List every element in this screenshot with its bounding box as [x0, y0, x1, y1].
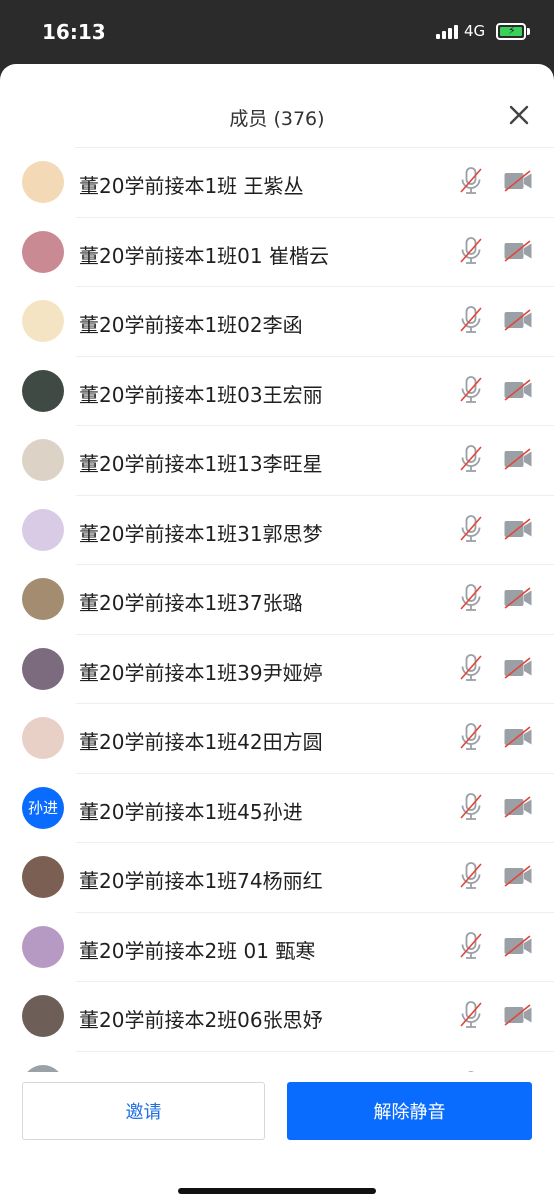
member-row[interactable]: 孙进 董20学前接本1班45孙进 [0, 774, 554, 843]
member-name: 董20学前接本1班31郭思梦 [79, 521, 323, 546]
mic-muted-icon [458, 444, 484, 474]
mic-muted-icon [458, 166, 484, 196]
member-name: 董20学前接本1班39尹娅婷 [79, 660, 323, 685]
signal-icon [436, 25, 458, 39]
invite-button[interactable]: 邀请 [22, 1082, 265, 1140]
member-row[interactable]: 董20学前接本1班03王宏丽 [0, 357, 554, 426]
unmute-all-button[interactable]: 解除静音 [287, 1082, 532, 1140]
member-row[interactable]: 董20学前接本2班06张思妤 [0, 982, 554, 1052]
member-row[interactable]: 董20学前接本1班31郭思梦 [0, 496, 554, 565]
avatar [22, 578, 64, 620]
mic-muted-icon [458, 1000, 484, 1030]
member-row[interactable]: 董20学前接本1班37张璐 [0, 565, 554, 635]
avatar [22, 439, 64, 481]
page-title: 成员 (376) [229, 108, 325, 130]
avatar [22, 369, 64, 412]
mic-muted-icon [458, 514, 484, 544]
status-bar: 16:13 4G ⚡ [0, 0, 554, 64]
close-icon [509, 105, 529, 125]
camera-off-icon [503, 865, 533, 887]
member-row[interactable]: 董20学前接本1班39尹娅婷 [0, 635, 554, 704]
member-row[interactable] [0, 1052, 554, 1072]
member-row[interactable]: 董20学前接本1班01 崔楷云 [0, 218, 554, 287]
member-name: 董20学前接本1班13李旺星 [79, 452, 323, 476]
sheet-header: 成员 (376) [75, 64, 554, 148]
member-row[interactable]: 董20学前接本1班 王紫丛 [0, 148, 554, 218]
footer: 邀请 解除静音 [0, 1072, 554, 1198]
home-indicator [178, 1188, 376, 1194]
battery-cap [527, 28, 530, 35]
battery-icon: ⚡ [496, 23, 526, 40]
avatar [22, 161, 64, 203]
status-time: 16:13 [42, 20, 106, 44]
camera-off-icon [503, 170, 533, 192]
avatar [22, 300, 64, 342]
mic-muted-icon [458, 931, 484, 961]
avatar: 孙进 [22, 786, 64, 829]
member-name: 董20学前接本1班74杨丽红 [79, 869, 323, 893]
member-name: 董20学前接本1班37张璐 [79, 591, 303, 615]
mic-muted-icon [458, 375, 484, 405]
mic-muted-icon [458, 305, 484, 335]
avatar [22, 925, 64, 968]
member-list[interactable]: 董20学前接本1班 王紫丛董20学前接本1班01 崔楷云 董20学前接本1班02李… [0, 148, 554, 1072]
member-name: 董20学前接本1班01 崔楷云 [79, 243, 329, 268]
member-row[interactable]: 董20学前接本1班13李旺星 [0, 426, 554, 496]
member-name: 董20学前接本1班03王宏丽 [79, 382, 323, 407]
mic-muted-icon [458, 722, 484, 752]
mic-muted-icon [458, 236, 484, 266]
member-row[interactable]: 董20学前接本1班74杨丽红 [0, 843, 554, 913]
network-type: 4G [464, 22, 486, 40]
avatar [22, 508, 64, 551]
camera-off-icon [503, 587, 533, 609]
members-sheet: 成员 (376) 董20学前接本1班 王紫丛董20学前接本1班01 崔楷云 董20… [0, 64, 554, 1198]
member-row[interactable]: 董20学前接本1班42田方圆 [0, 704, 554, 774]
avatar [22, 1064, 64, 1072]
member-name: 董20学前接本1班02李函 [79, 313, 303, 337]
member-name: 董20学前接本1班42田方圆 [79, 730, 323, 754]
mic-muted-icon [458, 792, 484, 822]
member-row[interactable]: 董20学前接本2班 01 甄寒 [0, 913, 554, 982]
camera-off-icon [503, 309, 533, 331]
camera-off-icon [503, 517, 533, 540]
member-name: 董20学前接本2班06张思妤 [79, 1008, 323, 1032]
mic-muted-icon [458, 653, 484, 683]
camera-off-icon [503, 726, 533, 748]
camera-off-icon [503, 448, 533, 470]
member-name: 董20学前接本1班 王紫丛 [79, 174, 304, 198]
member-name: 董20学前接本1班45孙进 [79, 799, 303, 824]
avatar [22, 856, 64, 898]
camera-off-icon [503, 239, 533, 262]
mic-muted-icon [458, 861, 484, 891]
camera-off-icon [503, 656, 533, 679]
mic-muted-icon [458, 583, 484, 613]
close-button[interactable] [506, 102, 532, 128]
camera-off-icon [503, 378, 533, 401]
camera-off-icon [503, 1004, 533, 1026]
avatar [22, 647, 64, 690]
avatar [22, 230, 64, 273]
avatar [22, 995, 64, 1037]
member-row[interactable]: 董20学前接本1班02李函 [0, 287, 554, 357]
avatar [22, 717, 64, 759]
member-name: 董20学前接本2班 01 甄寒 [79, 938, 316, 963]
camera-off-icon [503, 934, 533, 957]
camera-off-icon [503, 795, 533, 818]
